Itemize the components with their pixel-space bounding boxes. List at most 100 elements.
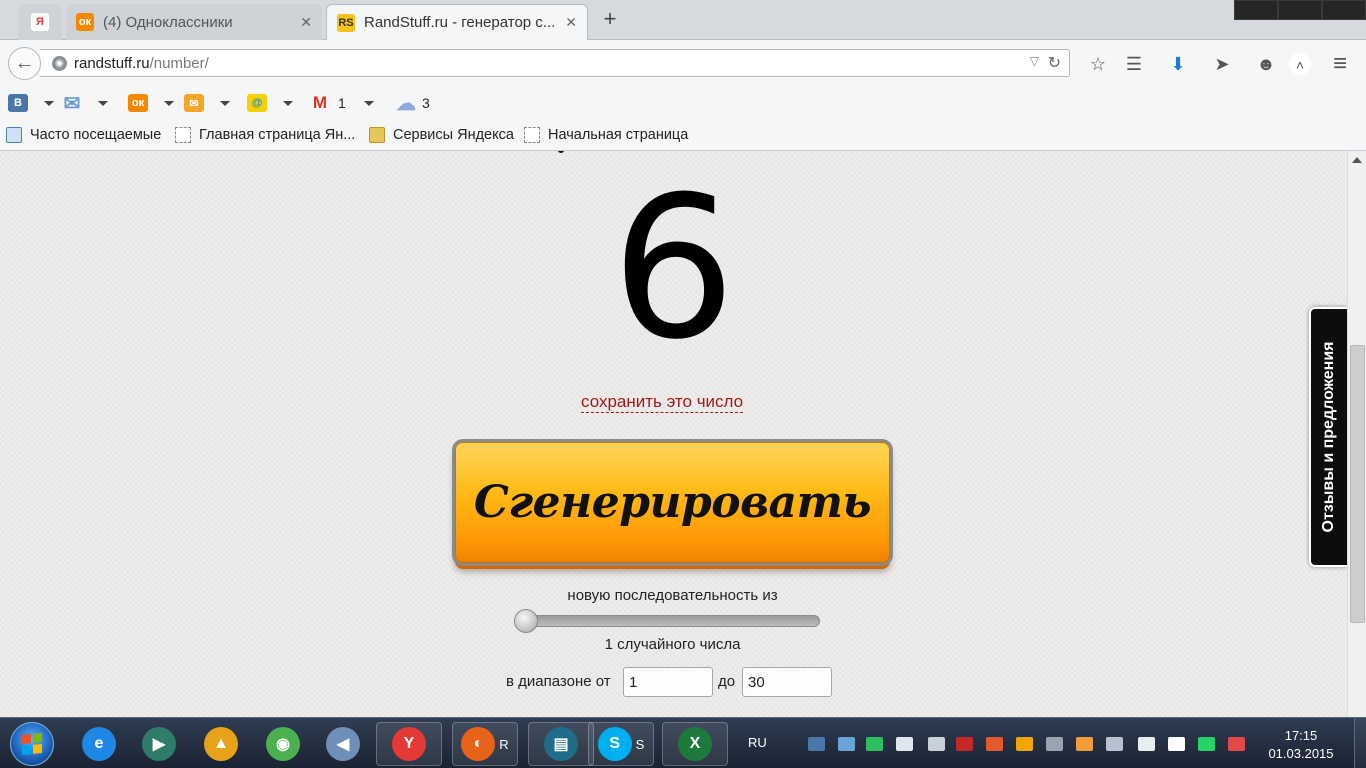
clock[interactable]: 17:15 01.03.2015 [1262,727,1340,763]
taskbar-app-button[interactable]: ◐ R [452,722,518,766]
maximize-button[interactable] [1278,0,1322,20]
collapse-icon[interactable]: ˄ [1289,53,1311,75]
firefox-icon: ◐ [461,727,496,761]
randstuff-icon: RS [337,13,355,32]
send-icon[interactable]: ➤ [1210,52,1234,76]
taskbar-app-button[interactable]: X [662,722,728,766]
taskbar-app-label: R [499,736,509,752]
aimp-tray-icon[interactable] [1016,737,1033,751]
page-scrollbar[interactable] [1347,151,1366,717]
network-app-tray-icon[interactable] [928,737,945,751]
count-slider-track[interactable] [515,615,820,627]
folder-icon [369,127,385,143]
chevron-down-icon[interactable] [44,100,54,106]
tab-randstuff[interactable]: RS RandStuff.ru - генератор с... ✕ [326,4,588,40]
chevron-down-icon[interactable] [283,100,293,106]
close-tab-icon[interactable]: ✕ [565,14,577,31]
mute-tray-icon[interactable] [1228,737,1245,751]
generated-number: 6 [611,155,736,383]
language-indicator[interactable]: RU [748,735,767,750]
weather-button[interactable]: ☁ 3 [396,93,430,115]
close-tab-icon[interactable]: ✕ [300,14,312,31]
battery-tray-icon[interactable] [1138,737,1155,751]
whatsapp-tray-icon[interactable] [1198,737,1215,751]
taskbar-app-button[interactable]: ▲ [188,722,254,766]
tab-odnoklassniki[interactable]: ок (4) Одноклассники ✕ [66,4,322,40]
bookmark-yandex-home[interactable]: Главная страница Ян... [175,126,355,144]
generate-button[interactable]: Сгенерировать [455,442,890,563]
downloads-icon[interactable]: ⬇ [1166,52,1190,76]
chevron-down-icon[interactable] [164,100,174,106]
range-from-input[interactable] [623,667,713,697]
range-to-input[interactable] [742,667,832,697]
chrome-icon: ◉ [266,727,300,761]
new-tab-button[interactable]: + [598,8,622,32]
chevron-down-icon[interactable] [220,100,230,106]
skype-icon: S [597,727,632,761]
url-text[interactable]: randstuff.ru/number/ [74,55,209,72]
address-bar[interactable]: ◉ randstuff.ru/number/ ▽ ↻ [40,49,1070,77]
taskbar-app-button[interactable]: SS [588,722,654,766]
mail-button[interactable]: ✉ [62,92,108,115]
bookmark-most-visited[interactable]: Часто посещаемые [6,126,161,144]
taskbar-app-button[interactable]: Y [376,722,442,766]
gmail-icon: M [312,93,328,112]
weather-tray-icon[interactable] [1076,737,1093,751]
taskbar-app-button[interactable]: ▶ [126,722,192,766]
reading-list-icon[interactable]: ☰ [1122,52,1146,76]
taskbar-app-button[interactable]: ▤ [528,722,594,766]
bookmark-yandex-services[interactable]: Сервисы Яндекса [369,126,514,144]
mail-icon: ✉ [63,92,81,115]
reload-icon[interactable]: ↻ [1048,53,1061,73]
close-window-button[interactable] [1322,0,1366,20]
bookmark-star-icon[interactable]: ☆ [1086,52,1110,76]
save-number-link[interactable]: сохранить это число [581,391,744,413]
chevron-down-icon[interactable] [98,100,108,106]
show-desktop-button[interactable] [1354,718,1366,768]
history-dropdown-icon[interactable]: ▽ [1030,54,1039,68]
bookmark-label: Главная страница Ян... [199,127,356,143]
odnoklassniki-button[interactable]: ок [128,93,174,113]
clock-date: 01.03.2015 [1268,746,1334,761]
bookmark-label: Начальная страница [548,127,689,143]
chat-icon[interactable]: ☻ [1254,52,1278,76]
speaker-tray-icon[interactable] [986,737,1003,751]
window-tray-icon[interactable] [896,737,913,751]
tab-yandex[interactable]: Я [18,4,62,40]
display-tray-icon[interactable] [1046,737,1063,751]
count-slider-handle[interactable] [514,609,538,633]
gmail-button[interactable]: M1 [310,93,374,113]
windows-logo-icon [22,732,42,756]
yandex-toolbar: В ✉ ок ✉ @ M1 ☁ 3 [0,87,1366,119]
mailru-button[interactable]: @ [247,93,293,113]
feedback-tab[interactable]: Отзывы и предложения [1309,307,1347,567]
bookmark-label: Часто посещаемые [30,127,162,143]
taskbar-app-button[interactable]: ◉ [250,722,316,766]
windows-taskbar: e ▶ ▲ ◉ ◀ Y ◐ R ▤ S S X RU 17:15 01.03.2015 [0,717,1366,768]
scrollbar-thumb[interactable] [1350,345,1365,623]
evernote-tray-icon[interactable] [866,737,883,751]
taskbar-app-button[interactable]: ◀ [310,722,376,766]
range-to-label: до [718,673,736,690]
vk-button[interactable]: В [8,93,54,113]
page-icon [175,127,191,143]
signal-tray-icon[interactable] [1168,737,1185,751]
taskbar-app-button[interactable]: e [66,722,132,766]
back-button[interactable]: ← [8,47,41,80]
generate-button-label: Сгенерировать [473,477,872,528]
minimize-button[interactable] [1234,0,1278,20]
printer-tray-icon[interactable] [1106,737,1123,751]
menu-icon[interactable]: ≡ [1328,52,1352,76]
flag-tray-icon[interactable] [956,737,973,751]
start-button[interactable] [10,722,54,766]
browser-tab-strip: Я ок (4) Одноклассники ✕ RS RandStuff.ru… [0,0,1366,40]
internet-explorer-icon: e [82,727,116,761]
bookmark-start-page[interactable]: Начальная страница [524,126,688,144]
aimp-icon: ▲ [204,727,238,761]
scroll-up-icon[interactable] [1352,157,1362,163]
vk-tray-icon[interactable] [808,737,825,751]
download-tray-icon[interactable] [838,737,855,751]
chevron-down-icon[interactable] [363,100,374,106]
yandex-mail-button[interactable]: ✉ [184,93,230,113]
volume-app-icon: ◀ [326,727,360,761]
